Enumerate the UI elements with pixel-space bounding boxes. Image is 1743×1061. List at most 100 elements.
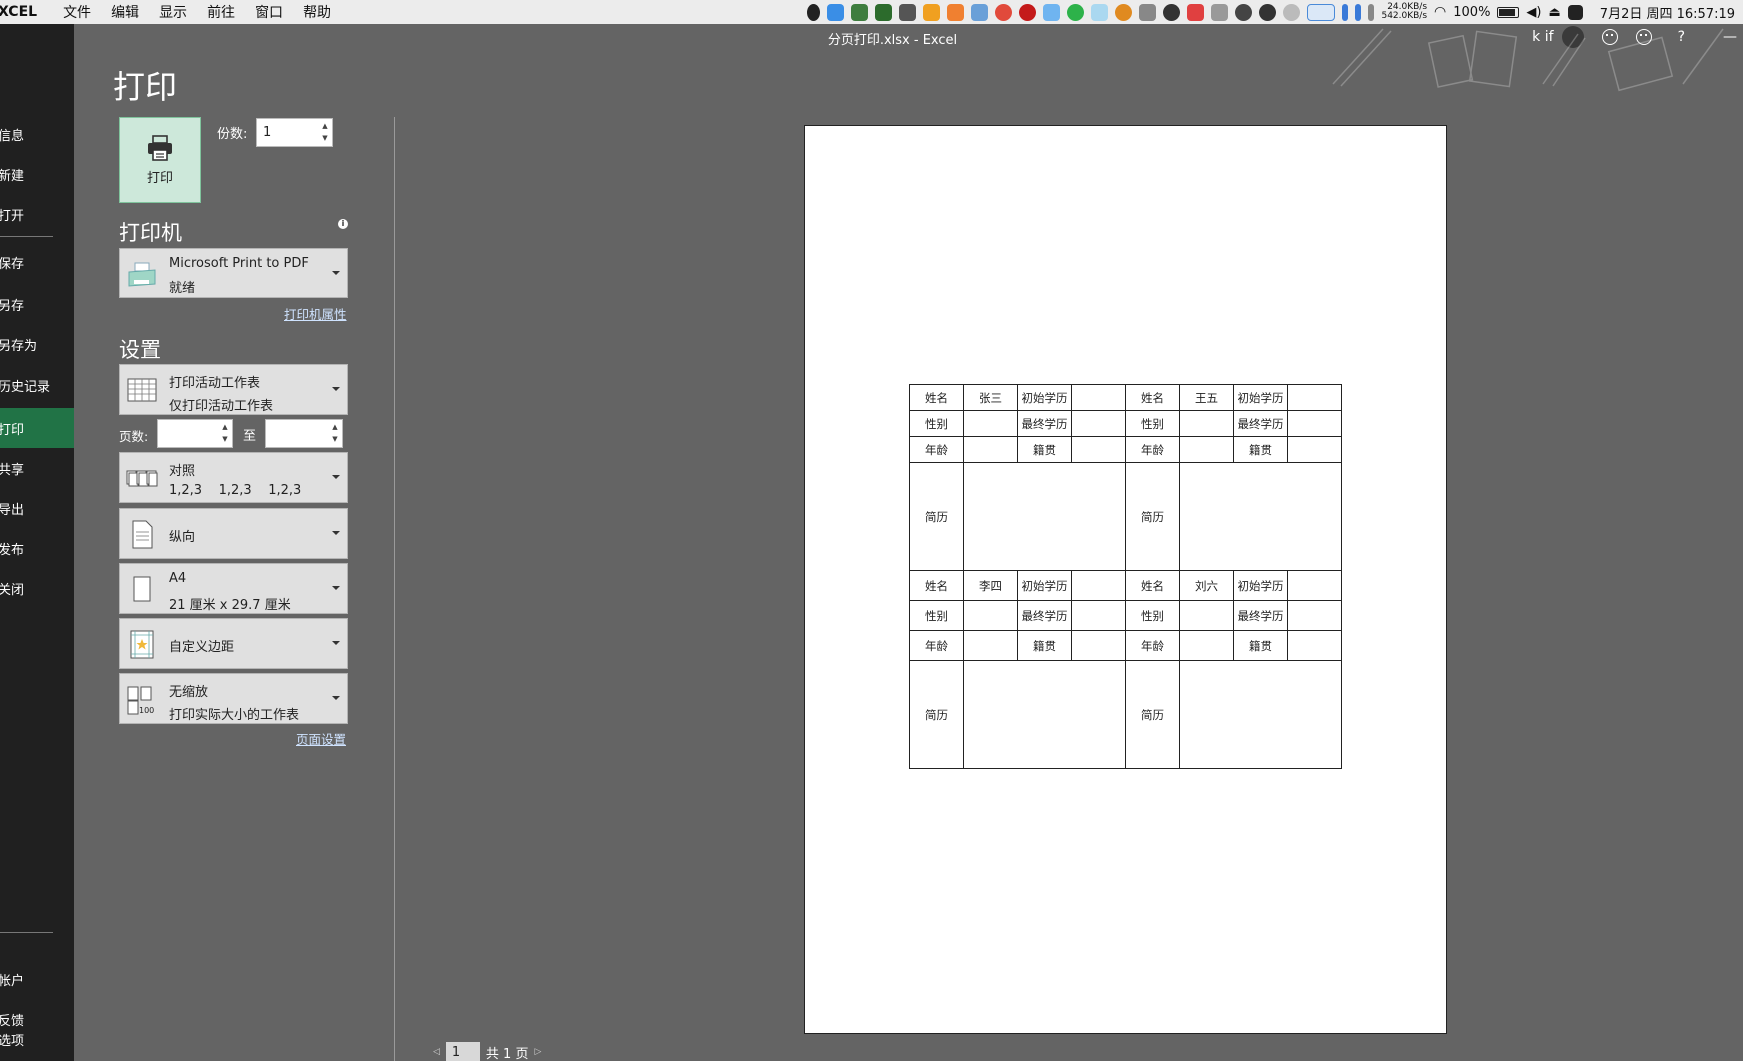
printer-dropdown[interactable]: Microsoft Print to PDF 就绪 [119,248,348,298]
nav-publish[interactable]: 发布 [0,528,74,568]
input-method-icon[interactable] [1567,4,1583,20]
collate-dropdown[interactable]: 对照 1,2,3 1,2,3 1,2,3 [119,452,348,503]
table-cell: 最终学历 [1017,600,1072,631]
printer-status: 就绪 [169,281,196,296]
print-what-dropdown[interactable]: 打印活动工作表 仅打印活动工作表 [119,364,348,415]
table-cell [1179,600,1234,631]
evernote-icon[interactable] [1067,3,1085,21]
menu-edit[interactable]: 编辑 [101,2,149,22]
table-cell: 李四 [963,570,1018,601]
translate-icon[interactable] [827,3,845,21]
nav-label: 打印 [0,422,25,438]
table-cell: 籍贯 [1017,630,1072,661]
nav-account[interactable]: 帐户 [0,959,74,999]
nav-info[interactable]: 信息 [0,114,74,154]
menu-file[interactable]: 文件 [53,2,101,22]
nav-history[interactable]: 历史记录 [0,365,74,405]
calendar-icon[interactable] [1187,3,1205,21]
menu-view[interactable]: 显示 [149,2,197,22]
nav-options[interactable]: 选项 [0,1019,74,1059]
table-cell [963,462,1126,571]
shield-icon[interactable] [851,3,869,21]
pages-from-input[interactable]: ▲ ▼ [157,419,233,448]
table-cell: 籍贯 [1233,436,1288,463]
printer-device-icon [128,262,156,287]
network-speed: 24.0KB/s 542.0KB/s [1381,3,1427,21]
margins-value: 自定义边距 [169,640,235,655]
nav-label: 发布 [0,542,25,558]
nav-save[interactable]: 保存 [0,242,74,282]
table-cell: 简历 [909,660,964,769]
user-icon[interactable] [1259,3,1277,21]
docs-icon[interactable] [1091,3,1109,21]
paper-size-dropdown[interactable]: A4 21 厘米 x 29.7 厘米 [119,563,348,614]
wechat-icon[interactable] [1163,3,1181,21]
wifi-icon[interactable]: ◠ [1434,4,1446,20]
stepper-arrows-icon[interactable]: ▲ ▼ [220,421,230,448]
search-icon[interactable] [1115,3,1133,21]
table-cell [1287,600,1342,631]
table-cell [1179,462,1342,571]
nav-print[interactable]: 打印 [0,408,74,448]
notes-icon[interactable] [947,3,965,21]
nav-save-copy[interactable]: 另存 [0,284,74,324]
next-page-icon[interactable]: ▷ [534,1047,541,1057]
clock[interactable]: 7月2日 周四 16:57:19 [1600,3,1735,22]
volume-icon[interactable]: ◀) [1526,5,1541,20]
gpu-icon[interactable] [875,3,893,21]
table-cell [963,630,1018,661]
info-icon[interactable]: i [338,219,348,229]
table-cell [963,600,1018,631]
chrome-icon[interactable] [995,3,1013,21]
eject-icon[interactable]: ⏏ [1549,5,1561,20]
printer-properties-link[interactable]: 打印机属性 [284,304,347,323]
margins-dropdown[interactable]: 自定义边距 [119,618,348,669]
table-cell: 性别 [1125,600,1180,631]
menu-window[interactable]: 窗口 [245,2,293,22]
memory-bar-icon [1342,3,1349,21]
finder-icon[interactable] [1043,3,1061,21]
print-button[interactable]: 打印 [119,117,201,203]
orientation-dropdown[interactable]: 纵向 [119,508,348,559]
display-icon[interactable] [1211,3,1229,21]
printer-icon [148,134,172,161]
flash-icon[interactable] [1019,3,1037,21]
app-menu[interactable]: XCEL [0,4,41,20]
nav-share[interactable]: 共享 [0,448,74,488]
page-number-input[interactable]: 1 [445,1042,480,1061]
flame-icon[interactable] [923,3,941,21]
battery-icon[interactable] [1497,6,1520,18]
scaling-desc: 打印实际大小的工作表 [169,708,300,723]
table-row: 性别 最终学历 性别 最终学历 [909,410,1342,437]
nav-close[interactable]: 关闭 [0,568,74,608]
prev-page-icon[interactable]: ◁ [433,1047,440,1057]
lock-icon[interactable] [1139,3,1157,21]
nav-save-as[interactable]: 另存为 [0,324,74,364]
rocket-icon[interactable] [899,3,917,21]
sort-icon [1368,3,1375,21]
page-setup-link[interactable]: 页面设置 [296,729,346,748]
pages-to-input[interactable]: ▲ ▼ [265,419,343,448]
pages-to-label: 至 [243,429,257,444]
table-cell [1071,600,1126,631]
nav-export[interactable]: 导出 [0,488,74,528]
printer-section-title: 打印机 [119,221,182,245]
chevron-down-icon [332,475,340,479]
stepper-arrows-icon[interactable]: ▲ ▼ [330,421,340,448]
table-row: 姓名 张三 初始学历 姓名 王五 初始学历 [909,384,1342,411]
cpu-graph-icon [1307,3,1336,21]
menu-help[interactable]: 帮助 [293,2,341,22]
nav-label: 打开 [0,208,25,224]
nav-open[interactable]: 打开 [0,194,74,234]
portrait-page-icon [132,520,153,549]
brightness-icon[interactable] [1283,3,1301,21]
scaling-dropdown[interactable]: 100 无缩放 打印实际大小的工作表 [119,673,348,724]
globe-icon[interactable] [1235,3,1253,21]
stepper-arrows-icon[interactable]: ▲ ▼ [320,120,330,147]
menu-go[interactable]: 前往 [197,2,245,22]
table-cell [1071,630,1126,661]
nav-new[interactable]: 新建 [0,154,74,194]
qq-icon[interactable] [807,3,821,21]
vpn-icon[interactable] [971,3,989,21]
copies-stepper[interactable]: 1 ▲ ▼ [256,118,333,147]
